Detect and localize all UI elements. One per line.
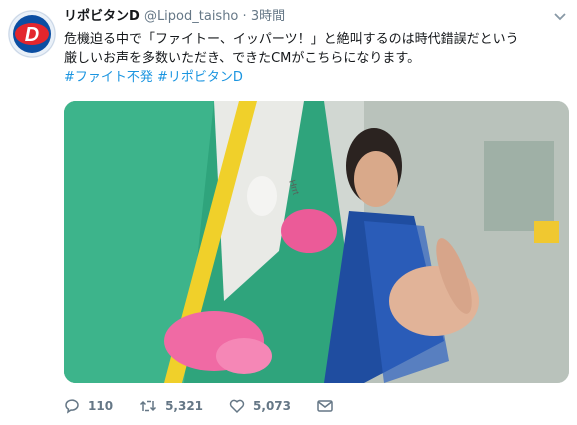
tweet-header: リポビタンD @Lipod_taisho · 3時間: [64, 8, 285, 26]
heart-icon: [229, 398, 245, 414]
speech-bubble-icon: [64, 398, 80, 414]
avatar[interactable]: D: [8, 10, 56, 58]
user-handle[interactable]: @Lipod_taisho: [144, 9, 238, 24]
separator-dot: ·: [242, 9, 247, 24]
avatar-letter: D: [25, 24, 39, 46]
lipovitan-logo-icon: D: [8, 10, 56, 58]
display-name[interactable]: リポビタンD: [64, 9, 140, 24]
reply-count: 110: [88, 399, 114, 413]
retweet-count: 5,321: [165, 399, 204, 413]
reply-button[interactable]: 110: [64, 398, 113, 414]
tweet-media-video[interactable]: Hrrt: [64, 101, 569, 383]
chevron-down-icon[interactable]: [553, 8, 567, 22]
tweet-text-line-2: 厳しいお声を多数いただき、できたCMがこちらになります。: [64, 51, 421, 66]
envelope-icon: [317, 399, 333, 413]
retweet-icon: [139, 398, 157, 414]
tweet-text-line-1: 危機迫る中で「ファイトー、イッパーツ！」と絶叫するのは時代錯誤だという: [64, 32, 519, 47]
hashtag-links[interactable]: #ファイト不発 #リポビタンD: [64, 68, 569, 87]
retweet-button[interactable]: 5,321: [139, 398, 203, 414]
direct-message-button[interactable]: [317, 399, 333, 413]
tweet-card: D リポビタンD @Lipod_taisho · 3時間 危機迫る中で「ファイト…: [0, 0, 577, 425]
tweet-text: 危機迫る中で「ファイトー、イッパーツ！」と絶叫するのは時代錯誤だという 厳しいお…: [64, 30, 569, 87]
media-frame: Hrrt: [64, 101, 569, 383]
action-bar: 110 5,321 5,073: [64, 396, 359, 416]
like-button[interactable]: 5,073: [229, 398, 291, 414]
like-count: 5,073: [253, 399, 291, 413]
timestamp[interactable]: 3時間: [251, 9, 285, 24]
